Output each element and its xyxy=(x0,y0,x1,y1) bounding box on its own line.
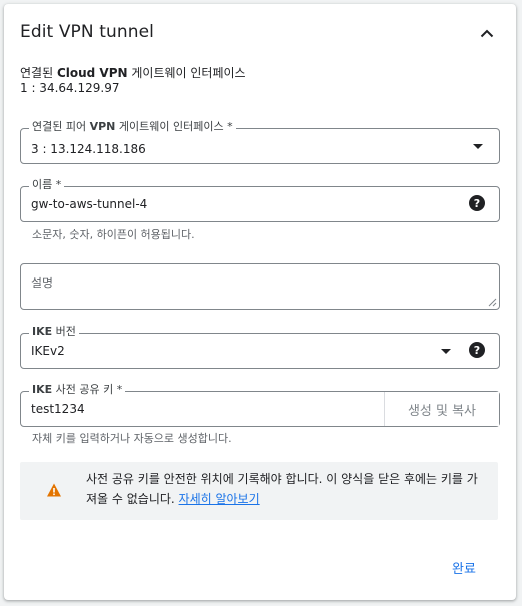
description-field[interactable]: 설명 xyxy=(20,263,500,310)
description-placeholder: 설명 xyxy=(31,276,54,290)
name-label: 이름 * xyxy=(29,178,65,192)
cloud-gateway-value: 1 : 34.64.129.97 xyxy=(20,81,120,95)
name-value: gw-to-aws-tunnel-4 xyxy=(31,197,148,211)
ike-version-select[interactable]: IKE 버전 IKEv2 ? xyxy=(20,325,500,369)
warning-banner: 사전 공유 키를 안전한 위치에 기록해야 합니다. 이 양식을 닫은 후에는 … xyxy=(20,462,498,520)
peer-gateway-label-prefix: 연결된 피어 xyxy=(32,120,90,133)
ike-psk-label: IKE 사전 공유 키 * xyxy=(29,383,126,397)
cloud-gateway-label-bold: Cloud VPN xyxy=(56,66,128,80)
done-button[interactable]: 완료 xyxy=(440,554,488,580)
dropdown-arrow-icon xyxy=(441,349,451,354)
learn-more-link[interactable]: 자세히 알아보기 xyxy=(179,492,260,506)
peer-gateway-select[interactable]: 연결된 피어 VPN 게이트웨이 인터페이스 * 3 : 13.124.118.… xyxy=(20,120,500,164)
help-icon[interactable]: ? xyxy=(469,195,485,211)
warning-text: 사전 공유 키를 안전한 위치에 기록해야 합니다. 이 양식을 닫은 후에는 … xyxy=(86,469,486,509)
warning-message: 사전 공유 키를 안전한 위치에 기록해야 합니다. 이 양식을 닫은 후에는 … xyxy=(86,472,478,506)
cloud-gateway-label-prefix: 연결된 xyxy=(20,66,57,80)
cloud-gateway-label-suffix: 게이트웨이 인터페이스 xyxy=(127,66,246,80)
ike-version-label-bold: IKE xyxy=(32,325,53,338)
panel-title: Edit VPN tunnel xyxy=(20,22,154,42)
warning-icon xyxy=(47,483,61,497)
ike-version-value: IKEv2 xyxy=(31,344,65,358)
svg-text:?: ? xyxy=(474,344,480,357)
chevron-up-icon xyxy=(480,29,494,37)
peer-gateway-label-bold: VPN xyxy=(89,120,116,133)
peer-gateway-value: 3 : 13.124.118.186 xyxy=(31,142,146,156)
resize-handle-icon[interactable] xyxy=(488,298,497,307)
ike-version-label-suffix: 버전 xyxy=(52,325,76,338)
ike-version-label: IKE 버전 xyxy=(29,325,79,339)
collapse-button[interactable] xyxy=(475,21,499,45)
name-hint: 소문자, 숫자, 하이픈이 허용됩니다. xyxy=(32,228,195,241)
svg-text:?: ? xyxy=(474,197,480,210)
cloud-gateway-label: 연결된 Cloud VPN 게이트웨이 인터페이스 xyxy=(20,64,246,81)
ike-psk-value: test1234 xyxy=(31,402,85,416)
ike-psk-field[interactable]: IKE 사전 공유 키 * test1234 생성 및 복사 xyxy=(20,383,500,427)
generate-copy-button[interactable]: 생성 및 복사 xyxy=(384,392,499,426)
ike-psk-label-bold: IKE xyxy=(32,383,53,396)
edit-vpn-tunnel-panel: Edit VPN tunnel 연결된 Cloud VPN 게이트웨이 인터페이… xyxy=(4,4,516,600)
peer-gateway-label: 연결된 피어 VPN 게이트웨이 인터페이스 * xyxy=(29,120,236,134)
peer-gateway-label-suffix: 게이트웨이 인터페이스 * xyxy=(115,120,233,133)
ike-psk-hint: 자체 키를 입력하거나 자동으로 생성합니다. xyxy=(32,432,232,445)
ike-psk-label-suffix: 사전 공유 키 * xyxy=(52,383,123,396)
help-icon[interactable]: ? xyxy=(469,342,485,358)
name-field[interactable]: 이름 * gw-to-aws-tunnel-4 ? xyxy=(20,178,500,222)
dropdown-arrow-icon xyxy=(473,144,483,149)
